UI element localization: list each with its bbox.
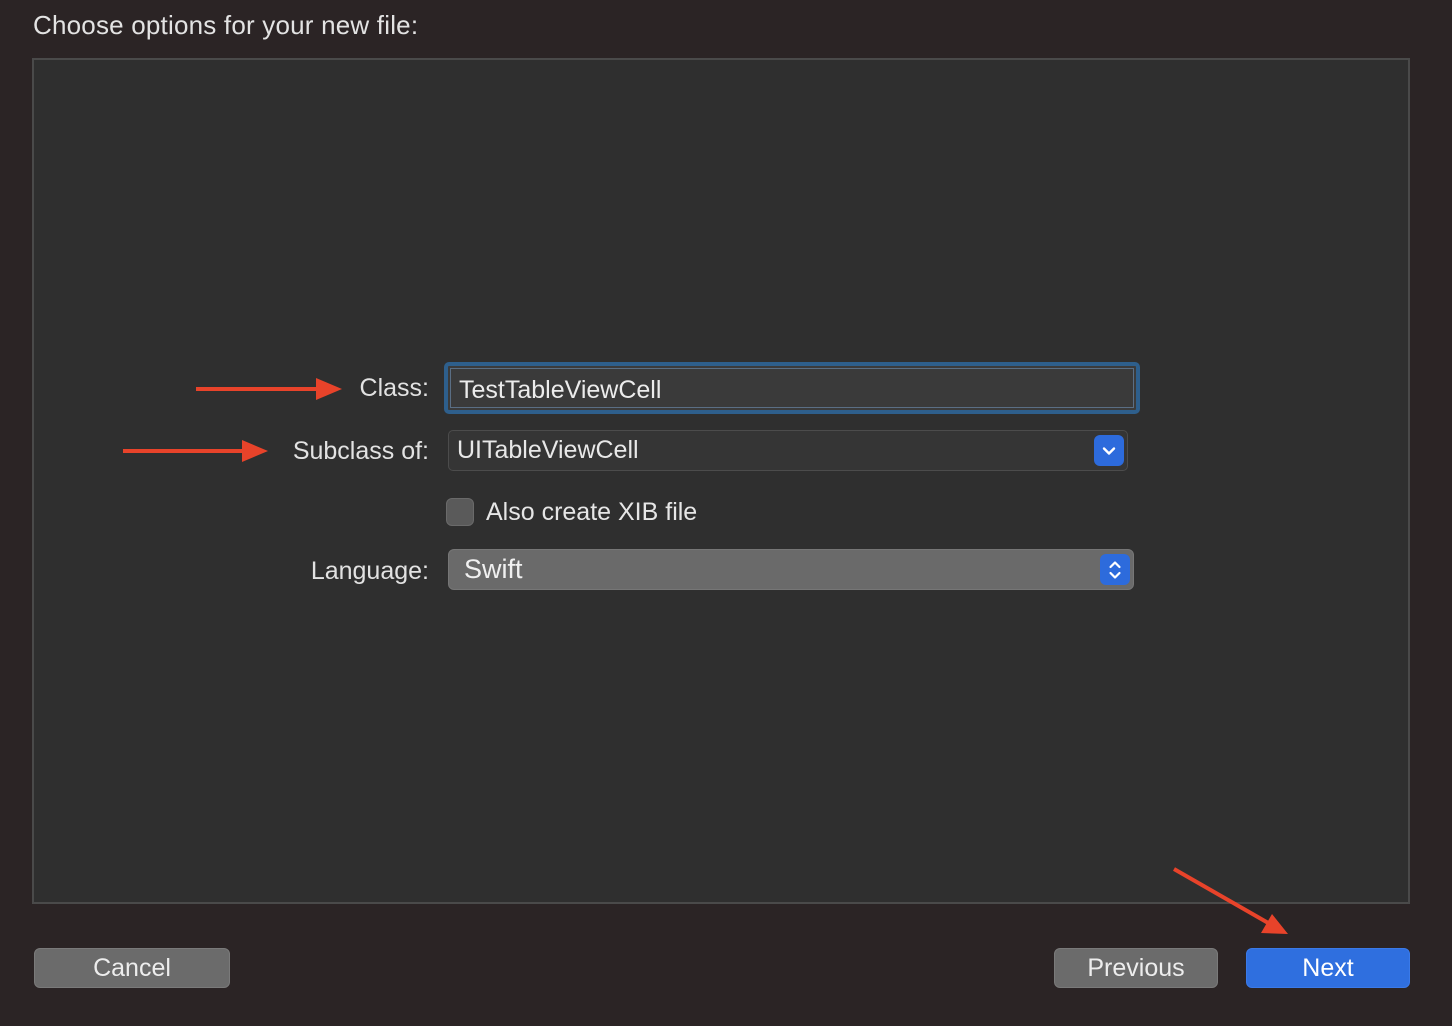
chevron-down-icon — [1102, 446, 1116, 455]
language-stepper-button[interactable] — [1100, 554, 1130, 585]
options-panel — [32, 58, 1410, 904]
class-input-value: TestTableViewCell — [459, 376, 662, 404]
language-label: Language: — [310, 557, 429, 585]
cancel-button[interactable]: Cancel — [34, 948, 230, 988]
xib-checkbox[interactable] — [446, 498, 474, 526]
subclass-label: Subclass of: — [292, 437, 429, 465]
dialog-heading: Choose options for your new file: — [33, 10, 419, 40]
next-button[interactable]: Next — [1246, 948, 1410, 988]
subclass-dropdown-button[interactable] — [1094, 435, 1124, 466]
language-popup-button[interactable]: Swift — [448, 549, 1134, 590]
language-value: Swift — [464, 554, 523, 584]
new-file-options-dialog: Choose options for your new file: Class:… — [0, 0, 1452, 1026]
xib-checkbox-label[interactable]: Also create XIB file — [486, 497, 697, 527]
class-label: Class: — [359, 374, 429, 402]
previous-button[interactable]: Previous — [1054, 948, 1218, 988]
subclass-combo-box[interactable]: UITableViewCell — [448, 430, 1128, 471]
subclass-value: UITableViewCell — [457, 436, 639, 464]
class-name-input[interactable]: TestTableViewCell — [444, 362, 1140, 414]
up-down-chevron-icon — [1109, 560, 1121, 579]
class-input-field[interactable]: TestTableViewCell — [450, 368, 1134, 408]
